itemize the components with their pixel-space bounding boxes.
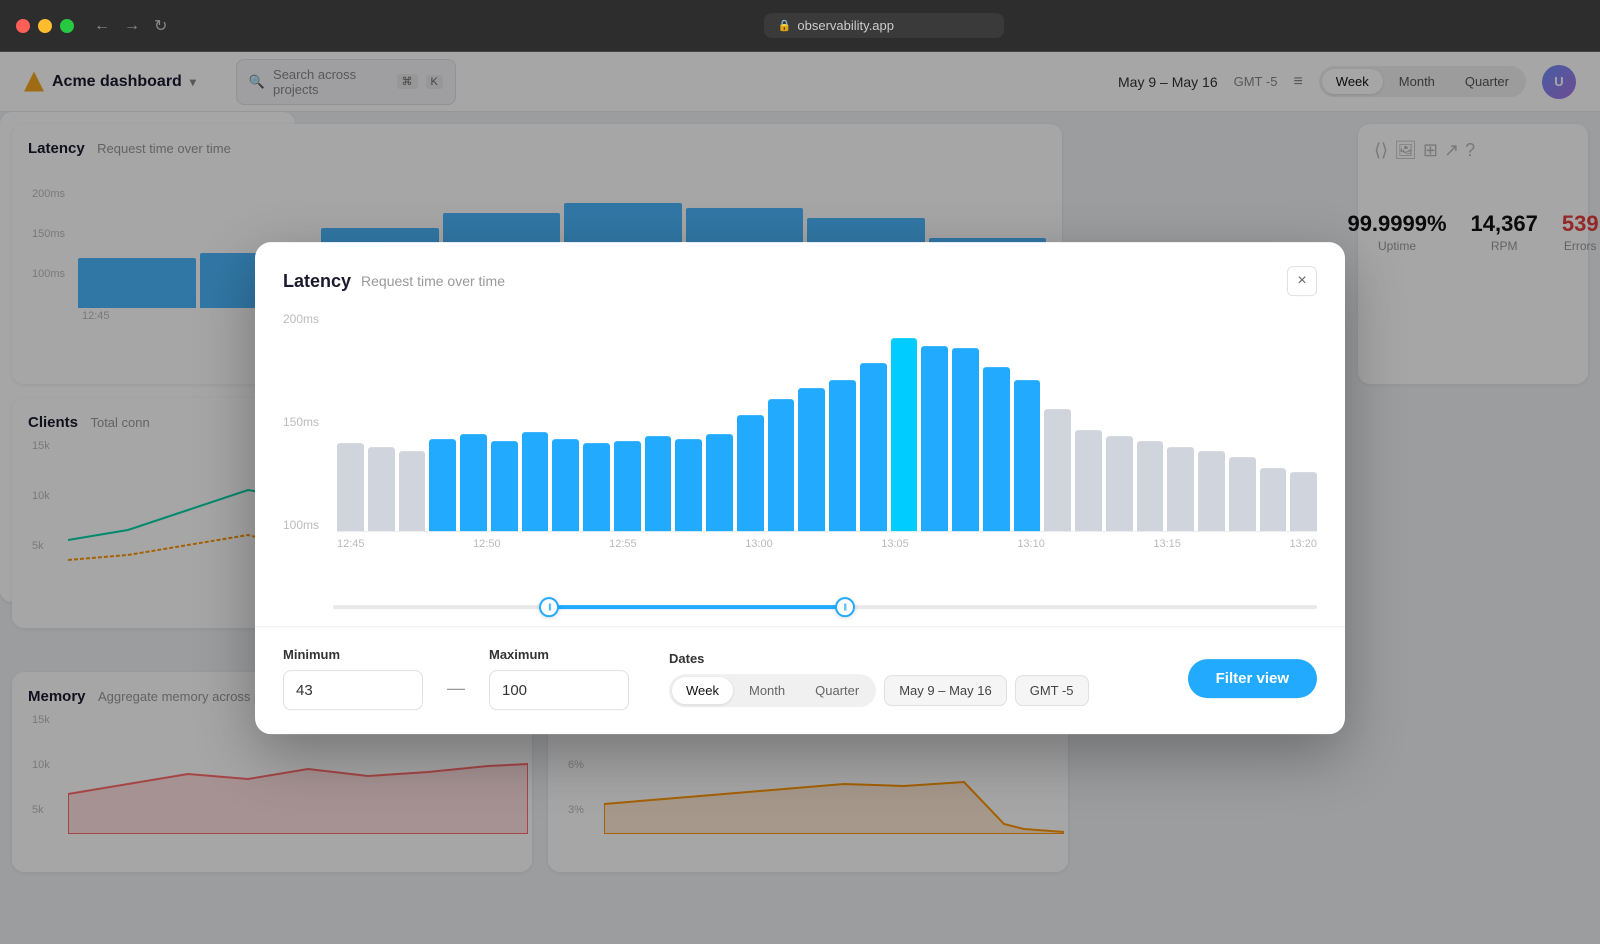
range-slider[interactable]: ||| ||| xyxy=(333,596,1317,618)
filter-view-button[interactable]: Filter view xyxy=(1188,659,1317,698)
modal-header: Latency Request time over time × xyxy=(255,242,1345,296)
reload-button[interactable]: ↻ xyxy=(150,14,171,38)
modal-close-button[interactable]: × xyxy=(1287,266,1317,296)
minimum-group: Minimum xyxy=(283,647,423,710)
chart-bar xyxy=(522,432,549,531)
x-label-1320: 13:20 xyxy=(1289,538,1317,550)
x-label-1245: 12:45 xyxy=(337,538,365,550)
y-label-150ms: 150ms xyxy=(283,415,319,429)
chart-bar xyxy=(983,367,1010,531)
chart-bar xyxy=(1075,430,1102,531)
traffic-lights xyxy=(16,19,74,33)
chart-bar xyxy=(952,348,979,531)
chart-bar xyxy=(1044,409,1071,531)
chart-bar xyxy=(921,346,948,531)
browser-chrome: ← → ↻ 🔒 observability.app xyxy=(0,0,1600,52)
x-label-1255: 12:55 xyxy=(609,538,637,550)
modal-quarter-pill[interactable]: Quarter xyxy=(801,677,873,704)
chart-bar xyxy=(337,443,364,531)
range-dash: — xyxy=(447,678,465,699)
chart-bar xyxy=(491,441,518,531)
modal-title-area: Latency Request time over time xyxy=(283,271,505,292)
chart-bar xyxy=(399,451,426,531)
back-button[interactable]: ← xyxy=(90,14,114,38)
modal-month-pill[interactable]: Month xyxy=(735,677,799,704)
maximum-input[interactable] xyxy=(489,670,629,710)
x-axis-labels: 12:45 12:50 12:55 13:00 13:05 13:10 13:1… xyxy=(337,532,1317,556)
chart-bar xyxy=(429,439,456,531)
chart-bar xyxy=(1167,447,1194,531)
modal-subtitle: Request time over time xyxy=(361,273,505,289)
nav-buttons: ← → ↻ xyxy=(90,14,171,38)
chart-bar xyxy=(1014,380,1041,531)
x-label-1300: 13:00 xyxy=(745,538,773,550)
chart-bar xyxy=(860,363,887,531)
dates-controls: Week Month Quarter May 9 – May 16 GMT -5 xyxy=(669,674,1089,707)
x-label-1250: 12:50 xyxy=(473,538,501,550)
chart-bar xyxy=(1106,436,1133,531)
modal-date-range[interactable]: May 9 – May 16 xyxy=(884,675,1007,706)
x-label-1305: 13:05 xyxy=(881,538,909,550)
chart-bars xyxy=(337,312,1317,532)
url-text: observability.app xyxy=(797,18,894,33)
modal-chart: 200ms 150ms 100ms 12:45 12:50 12:55 13:0… xyxy=(255,296,1345,596)
dates-group: Dates Week Month Quarter May 9 – May 16 … xyxy=(669,651,1089,707)
date-period-selector: Week Month Quarter xyxy=(669,674,876,707)
chart-bar xyxy=(368,447,395,531)
maximum-label: Maximum xyxy=(489,647,629,662)
chart-bar xyxy=(706,434,733,531)
chart-bar xyxy=(798,388,825,531)
latency-modal: Latency Request time over time × 200ms 1… xyxy=(255,242,1345,734)
minimum-label: Minimum xyxy=(283,647,423,662)
maximize-traffic-light[interactable] xyxy=(60,19,74,33)
chart-bar xyxy=(460,434,487,531)
range-track xyxy=(333,605,1317,609)
chart-bar xyxy=(645,436,672,531)
modal-footer: Minimum — Maximum Dates Week Month Quart… xyxy=(255,626,1345,734)
chart-bar xyxy=(583,443,610,531)
lock-icon: 🔒 xyxy=(778,19,792,32)
y-label-200ms: 200ms xyxy=(283,312,319,326)
range-fill xyxy=(549,605,844,609)
address-bar[interactable]: 🔒 observability.app xyxy=(764,13,1004,38)
range-handle-left[interactable]: ||| xyxy=(539,597,559,617)
minimize-traffic-light[interactable] xyxy=(38,19,52,33)
app: Acme dashboard ▾ 🔍 Search across project… xyxy=(0,52,1600,944)
minimum-input[interactable] xyxy=(283,670,423,710)
chart-bar xyxy=(552,439,579,531)
chart-bar xyxy=(829,380,856,531)
chart-bar xyxy=(768,399,795,531)
y-label-100ms: 100ms xyxy=(283,518,319,532)
close-traffic-light[interactable] xyxy=(16,19,30,33)
modal-timezone[interactable]: GMT -5 xyxy=(1015,675,1089,706)
forward-button[interactable]: → xyxy=(120,14,144,38)
chart-bar xyxy=(1229,457,1256,531)
chart-bar xyxy=(1260,468,1287,531)
maximum-group: Maximum xyxy=(489,647,629,710)
chart-bar xyxy=(891,338,918,531)
y-axis-labels: 200ms 150ms 100ms xyxy=(283,312,319,532)
chart-bar xyxy=(1137,441,1164,531)
chart-bar xyxy=(737,415,764,531)
chart-bar xyxy=(675,439,702,531)
x-label-1315: 13:15 xyxy=(1153,538,1181,550)
chart-bar xyxy=(614,441,641,531)
range-handle-right[interactable]: ||| xyxy=(835,597,855,617)
dates-label: Dates xyxy=(669,651,1089,666)
chart-bar xyxy=(1198,451,1225,531)
chart-bar xyxy=(1290,472,1317,531)
modal-title: Latency xyxy=(283,271,351,292)
modal-week-pill[interactable]: Week xyxy=(672,677,733,704)
x-label-1310: 13:10 xyxy=(1017,538,1045,550)
